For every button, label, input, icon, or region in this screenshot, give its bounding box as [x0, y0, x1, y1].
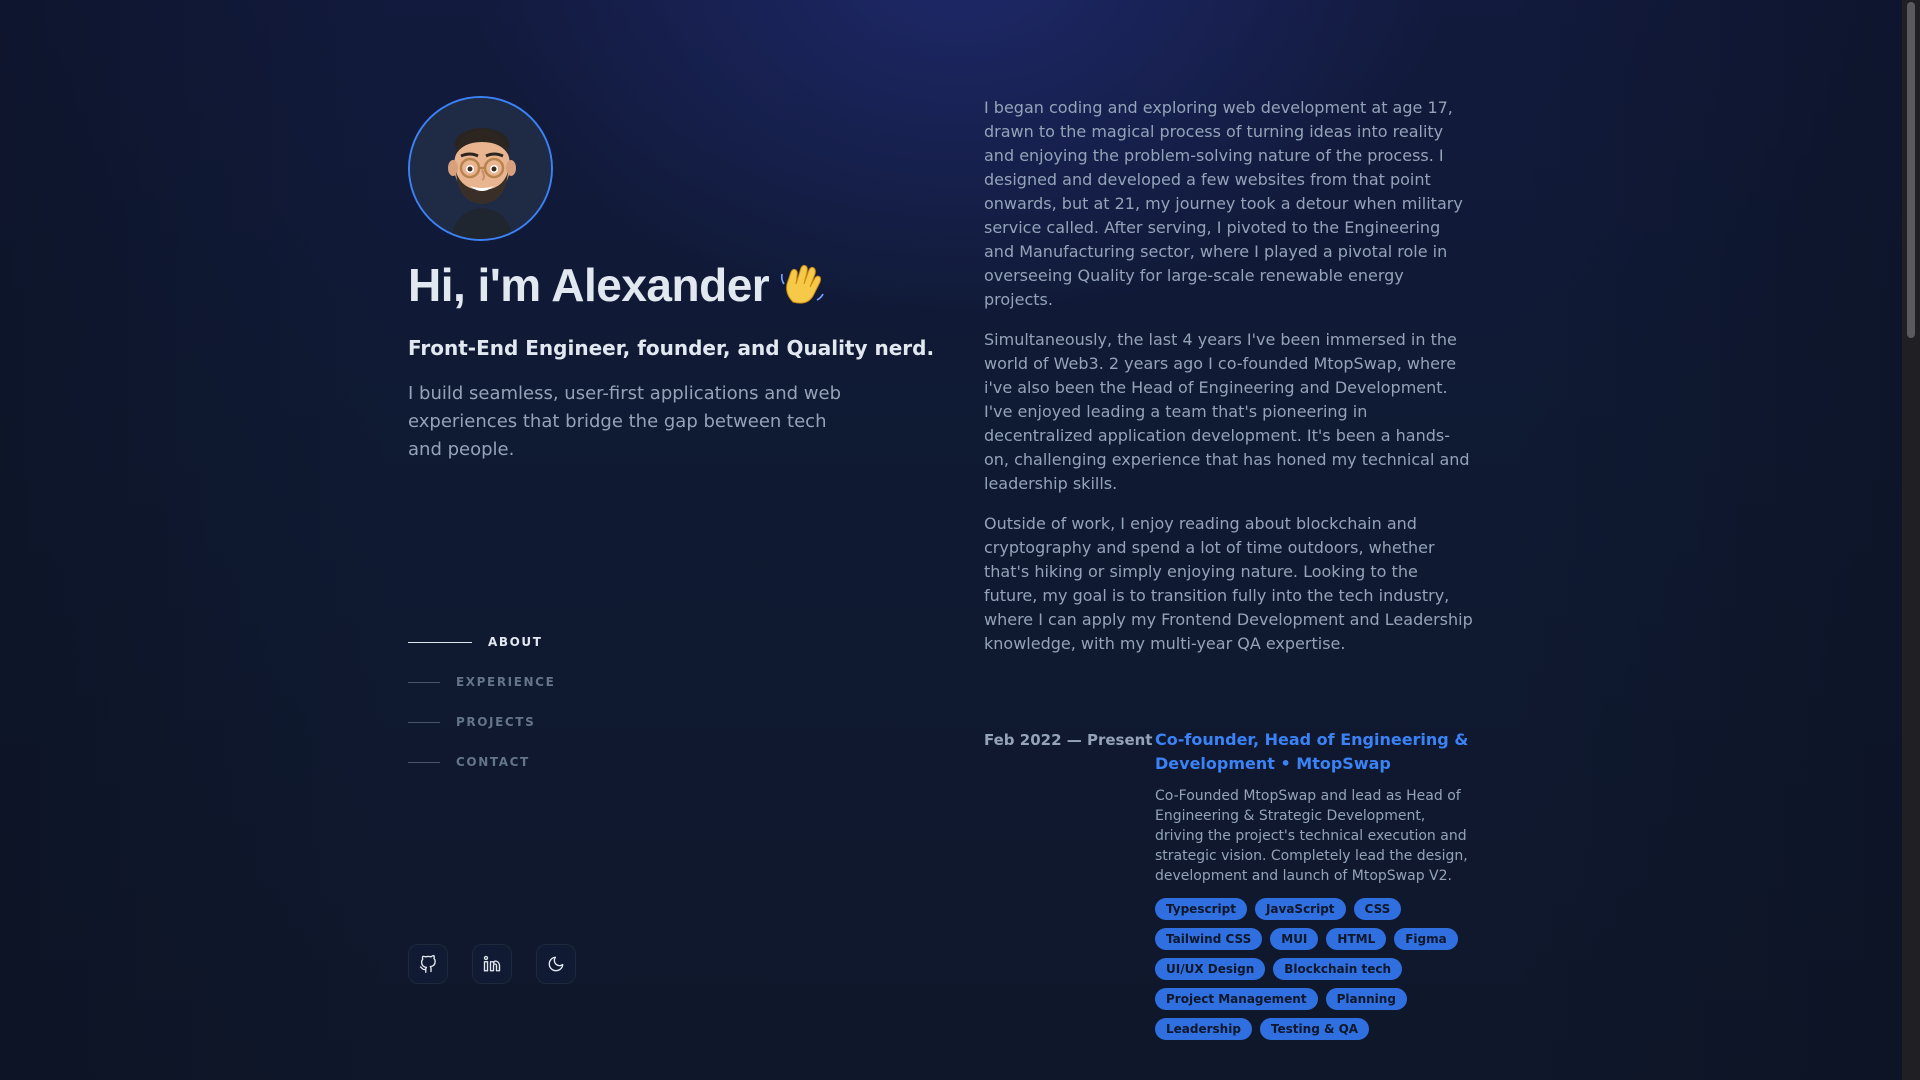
left-vignette — [0, 0, 390, 1080]
nav-indicator-line — [408, 761, 440, 763]
section-nav: ABOUT EXPERIENCE PROJECTS CONTACT — [408, 632, 555, 792]
about-paragraph: Simultaneously, the last 4 years I've be… — [984, 330, 1470, 493]
about-section: I began coding and exploring web develop… — [984, 96, 1474, 672]
waving-hand-icon — [781, 264, 824, 304]
tech-tag: Tailwind CSS — [1155, 928, 1263, 950]
tech-tag: Project Management — [1155, 988, 1318, 1010]
scrollbar-thumb[interactable] — [1907, 2, 1915, 338]
tech-tag: MUI — [1270, 928, 1319, 950]
nav-label: PROJECTS — [456, 715, 536, 729]
tech-tag: Leadership — [1155, 1018, 1252, 1040]
nav-item-experience[interactable]: EXPERIENCE — [408, 672, 555, 692]
nav-item-contact[interactable]: CONTACT — [408, 752, 555, 772]
tech-tag: UI/UX Design — [1155, 958, 1266, 980]
moon-icon — [548, 956, 564, 972]
tech-tag: Figma — [1394, 928, 1458, 950]
tech-tag: CSS — [1353, 898, 1402, 920]
tech-tag: HTML — [1326, 928, 1387, 950]
experience-body: Co-founder, Head of Engineering & Develo… — [1155, 728, 1474, 1040]
hero-tagline: Front-End Engineer, founder, and Quality… — [408, 336, 935, 360]
hero-name: Hi, i'm Alexander — [408, 259, 770, 311]
social-links — [408, 944, 576, 984]
nav-indicator-line — [408, 641, 472, 643]
nav-indicator-line — [408, 721, 440, 723]
nav-item-about[interactable]: ABOUT — [408, 632, 555, 652]
linkedin-button[interactable] — [472, 944, 512, 984]
experience-title-link[interactable]: Co-founder, Head of Engineering & Develo… — [1155, 728, 1474, 776]
nav-indicator-line — [408, 681, 440, 683]
right-vignette — [1512, 0, 1902, 1080]
about-paragraph: Outside of work, I enjoy reading about b… — [984, 514, 1473, 653]
tech-tags: Typescript JavaScript CSS Tailwind CSS M… — [1155, 898, 1474, 1040]
linkedin-icon — [483, 955, 501, 972]
tech-tag: Testing & QA — [1259, 1018, 1370, 1040]
nav-label: CONTACT — [456, 755, 530, 769]
memoji-avatar-image — [410, 98, 551, 239]
experience-item: Feb 2022 — Present Co-founder, Head of E… — [984, 728, 1474, 1040]
hero-title: Hi, i'm Alexander — [408, 258, 825, 312]
experience-description: Co-Founded MtopSwap and lead as Head of … — [1155, 788, 1468, 884]
page-scrollbar[interactable] — [1902, 0, 1920, 1080]
experience-date: Feb 2022 — Present — [984, 731, 1153, 749]
left-column: Hi, i'm Alexander Front-End Engineer, fo… — [408, 0, 934, 1080]
nav-label: ABOUT — [488, 635, 543, 649]
nav-label: EXPERIENCE — [456, 675, 556, 689]
github-icon — [419, 955, 436, 973]
tech-tag: JavaScript — [1254, 898, 1346, 920]
hero-intro: I build seamless, user-first application… — [408, 383, 842, 460]
about-paragraph: I began coding and exploring web develop… — [984, 98, 1463, 309]
tech-tag: Typescript — [1155, 898, 1247, 920]
github-button[interactable] — [408, 944, 448, 984]
nav-item-projects[interactable]: PROJECTS — [408, 712, 555, 732]
tech-tag: Blockchain tech — [1273, 958, 1402, 980]
right-column: I began coding and exploring web develop… — [984, 0, 1474, 1080]
theme-toggle-button[interactable] — [536, 944, 576, 984]
avatar — [408, 96, 553, 241]
tech-tag: Planning — [1325, 988, 1407, 1010]
